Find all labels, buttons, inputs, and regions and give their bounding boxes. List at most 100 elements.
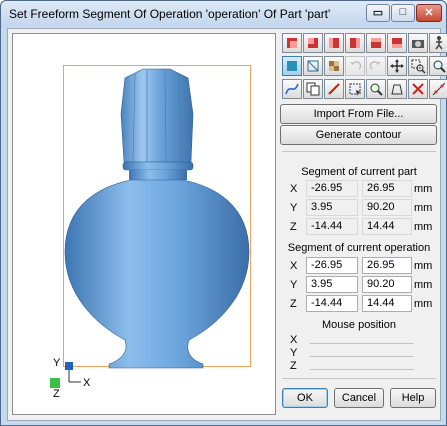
mouse-y-value <box>310 345 414 357</box>
mouse-z-value <box>310 358 414 370</box>
zoom-window-button[interactable] <box>408 56 428 76</box>
view-back-icon <box>308 38 318 48</box>
walk-icon <box>435 36 443 50</box>
view-back-button[interactable] <box>303 33 323 53</box>
line-tool-button[interactable] <box>324 79 344 99</box>
texture-icon <box>329 61 339 71</box>
operation-x-min-input[interactable]: -26.95 <box>306 257 358 274</box>
edit-points-icon <box>432 82 446 96</box>
triad-x-label: X <box>83 377 91 389</box>
toolbar-row-1 <box>282 33 447 55</box>
minimize-icon: ▭ <box>372 7 384 19</box>
unit-label: mm <box>414 298 433 310</box>
zoom-fit-button[interactable] <box>366 79 386 99</box>
edit-points-button[interactable] <box>429 79 447 99</box>
model-viewport[interactable]: Y X Z <box>12 33 276 415</box>
separator <box>282 151 436 152</box>
select-region-button[interactable] <box>345 79 365 99</box>
import-from-file-button[interactable]: Import From File... <box>280 104 437 124</box>
unit-label: mm <box>414 202 433 214</box>
pan-button[interactable] <box>387 56 407 76</box>
help-button[interactable]: Help <box>390 388 436 408</box>
view-right-button[interactable] <box>345 33 365 53</box>
axis-z-label: Z <box>290 298 297 310</box>
shaded-icon <box>287 61 297 71</box>
view-front-button[interactable] <box>282 33 302 53</box>
operation-y-max-input[interactable]: 90.20 <box>362 276 412 293</box>
unit-label: mm <box>414 183 433 195</box>
view-left-button[interactable] <box>324 33 344 53</box>
view-front-icon <box>287 38 297 48</box>
part-z-min-field: -14.44 <box>306 218 358 235</box>
triad-z-label: Z <box>53 388 60 400</box>
close-button[interactable]: ✕ <box>416 4 442 22</box>
cancel-button[interactable]: Cancel <box>334 388 384 408</box>
view-left-icon <box>329 38 339 48</box>
control-panel: Import From File... Generate contour Seg… <box>278 29 447 420</box>
operation-z-min-input[interactable]: -14.44 <box>306 295 358 312</box>
zoom-fit-icon <box>370 83 383 96</box>
triad-y-label: Y <box>53 357 61 369</box>
texture-button[interactable] <box>324 56 344 76</box>
view-bottom-button[interactable] <box>387 33 407 53</box>
triad-x-marker <box>65 362 73 370</box>
unit-label: mm <box>414 221 433 233</box>
mouse-position-label: Mouse position <box>322 319 396 331</box>
maximize-button[interactable]: □ <box>391 4 415 22</box>
pan-icon <box>390 59 404 73</box>
delete-button[interactable] <box>408 79 428 99</box>
bottle-model <box>64 68 250 369</box>
segment-operation-label: Segment of current operation <box>287 242 431 254</box>
walk-button[interactable] <box>429 33 447 53</box>
toolbar-row-3 <box>282 79 447 101</box>
axis-x-label: X <box>290 183 298 195</box>
wireframe-button[interactable] <box>303 56 323 76</box>
operation-z-max-input[interactable]: 14.44 <box>362 295 412 312</box>
operation-x-max-input[interactable]: 26.95 <box>362 257 412 274</box>
axis-z-label: Z <box>290 360 297 372</box>
axis-x-label: X <box>290 260 298 272</box>
close-icon: ✕ <box>424 7 434 19</box>
view-right-icon <box>350 38 360 48</box>
view-top-button[interactable] <box>366 33 386 53</box>
part-x-min-field: -26.95 <box>306 180 358 197</box>
undo-button[interactable] <box>345 56 365 76</box>
camera-icon <box>412 40 424 48</box>
maximize-icon: □ <box>399 6 407 18</box>
axis-y-label: Y <box>290 202 298 214</box>
part-y-min-field: 3.95 <box>306 199 358 216</box>
axis-z-label: Z <box>290 221 297 233</box>
minimize-button[interactable]: ▭ <box>366 4 390 22</box>
line-tool-icon <box>328 83 340 95</box>
select-curve-icon <box>285 83 299 95</box>
title-bar[interactable]: Set Freeform Segment Of Operation 'opera… <box>1 1 446 27</box>
redo-icon <box>369 61 381 70</box>
dialog-window: Set Freeform Segment Of Operation 'opera… <box>0 0 447 426</box>
select-region-icon <box>349 83 361 96</box>
copy-icon <box>306 82 320 96</box>
triad-z-marker <box>50 378 60 388</box>
operation-y-min-input[interactable]: 3.95 <box>306 276 358 293</box>
camera-button[interactable] <box>408 33 428 53</box>
copy-button[interactable] <box>303 79 323 99</box>
zoom-button[interactable] <box>429 56 447 76</box>
redo-button[interactable] <box>366 56 386 76</box>
mouse-x-value <box>310 332 414 344</box>
separator <box>282 378 436 379</box>
axis-x-label: X <box>290 334 298 346</box>
ok-button[interactable]: OK <box>282 388 328 408</box>
wireframe-icon <box>307 60 319 72</box>
undo-icon <box>350 61 362 70</box>
contour-button[interactable] <box>387 79 407 99</box>
shaded-button[interactable] <box>282 56 302 76</box>
generate-contour-button[interactable]: Generate contour <box>280 125 437 145</box>
axis-triad: Y X Z <box>50 357 91 400</box>
toolbar-row-2 <box>282 56 447 78</box>
delete-icon <box>412 83 424 95</box>
view-top-icon <box>371 38 381 48</box>
unit-label: mm <box>414 279 433 291</box>
select-curve-button[interactable] <box>282 79 302 99</box>
zoom-window-icon <box>411 59 426 74</box>
unit-label: mm <box>414 260 433 272</box>
model-canvas: Y X Z <box>50 68 250 400</box>
